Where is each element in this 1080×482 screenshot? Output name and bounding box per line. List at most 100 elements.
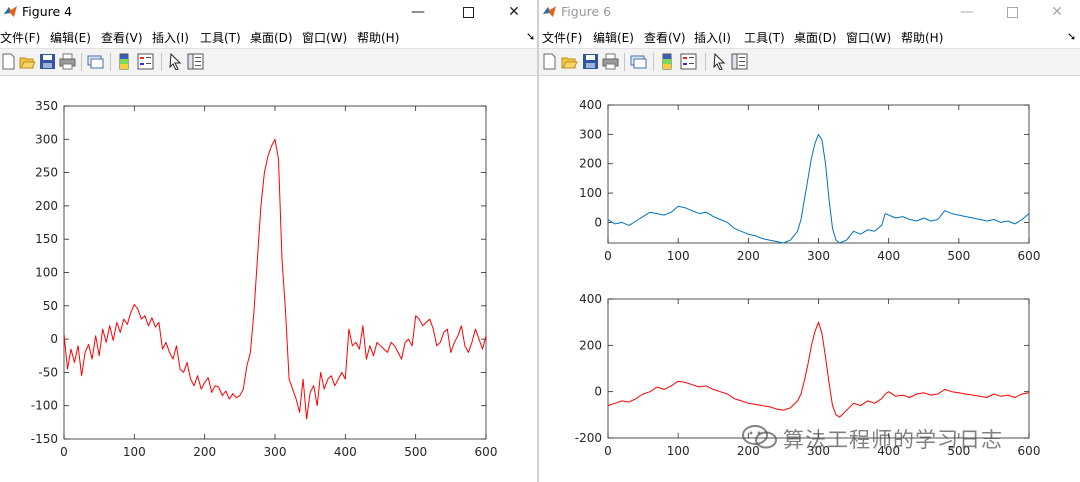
- fig6-top-y-tick-label: 300: [579, 127, 602, 141]
- menu-edit[interactable]: 编辑(E): [50, 29, 91, 46]
- menu-tools[interactable]: 工具(T): [200, 29, 241, 46]
- property-editor-icon[interactable]: [187, 53, 204, 70]
- print-icon[interactable]: [59, 53, 76, 70]
- maximize-icon: [462, 6, 474, 18]
- menu-bar: 文件(F) 编辑(E) 查看(V) 插入(I) 工具(T) 桌面(D) 窗口(W…: [539, 24, 1080, 48]
- link-icon[interactable]: [630, 53, 647, 70]
- fig6-bottom-x-tick-label: 0: [604, 444, 612, 458]
- fig4-x-tick-label: 300: [264, 445, 287, 459]
- new-figure-icon[interactable]: [541, 53, 558, 70]
- title-bar[interactable]: Figure 6 — ✕: [539, 0, 1080, 24]
- menu-file[interactable]: 文件(F): [542, 29, 582, 46]
- fig4-y-tick-label: -100: [31, 399, 58, 413]
- legend-icon[interactable]: [680, 53, 697, 70]
- fig4-y-tick-label: 300: [35, 132, 58, 146]
- fig6-top-y-tick-label: 400: [579, 98, 602, 112]
- fig4-x-tick-label: 400: [334, 445, 357, 459]
- menu-desktop[interactable]: 桌面(D): [794, 29, 837, 46]
- toolbar-separator: [81, 53, 82, 71]
- print-icon[interactable]: [602, 53, 619, 70]
- matlab-logo-icon: [4, 6, 17, 17]
- fig4-x-tick-label: 600: [475, 445, 498, 459]
- colorbar-icon[interactable]: [116, 53, 133, 70]
- figure-4-axes[interactable]: 0 100 200 300 400 500 600 -150 -100 -50 0 50 100 150 2…: [0, 75, 537, 482]
- fig4-y-tick-label: -50: [38, 365, 58, 379]
- maximize-button[interactable]: [445, 0, 491, 24]
- wechat-logo-icon: [742, 425, 777, 449]
- fig6-top-y-tick-label: 200: [579, 157, 602, 171]
- fig4-x-tick-label: 500: [404, 445, 427, 459]
- colorbar-icon[interactable]: [659, 53, 676, 70]
- property-editor-icon[interactable]: [731, 53, 748, 70]
- window-title: Figure 6: [561, 4, 612, 19]
- minimize-button[interactable]: —: [944, 0, 990, 24]
- toolbar-separator: [161, 53, 162, 71]
- watermark: 算法工程师的学习日志: [735, 422, 1055, 452]
- close-button[interactable]: ✕: [1034, 0, 1080, 24]
- open-icon[interactable]: [19, 53, 36, 70]
- fig4-x-tick-label: 200: [193, 445, 216, 459]
- menu-edit[interactable]: 编辑(E): [593, 29, 634, 46]
- watermark-text: 算法工程师的学习日志: [783, 428, 1003, 452]
- fig6-top-y-tick-label: 100: [579, 186, 602, 200]
- menu-overflow-icon[interactable]: ➘: [1067, 30, 1076, 43]
- menu-file[interactable]: 文件(F): [0, 29, 40, 46]
- menu-desktop[interactable]: 桌面(D): [250, 29, 293, 46]
- figure-6-window: Figure 6 — ✕ 文件(F) 编辑(E) 查看(V) 插入(I) 工具(…: [539, 0, 1080, 482]
- title-bar[interactable]: Figure 4 — ✕: [0, 0, 537, 24]
- fig6-top-y-tick-label: 0: [594, 215, 602, 229]
- fig6-top-x-tick-label: 100: [667, 249, 690, 263]
- fig6-bottom-y-tick-label: -200: [575, 431, 602, 445]
- minimize-icon: —: [960, 4, 974, 20]
- fig4-axes-box: [63, 105, 487, 440]
- figure-toolbar: [539, 48, 1080, 76]
- minimize-icon: —: [411, 4, 425, 20]
- fig6-top-axes-box: [607, 104, 1030, 244]
- fig6-top-x-tick-label: 300: [807, 249, 830, 263]
- link-icon[interactable]: [87, 53, 104, 70]
- menu-view[interactable]: 查看(V): [644, 29, 686, 46]
- fig4-y-tick-label: -150: [31, 432, 58, 446]
- save-icon[interactable]: [582, 53, 599, 70]
- fig4-y-tick-label: 0: [50, 332, 58, 346]
- menu-help[interactable]: 帮助(H): [901, 29, 943, 46]
- fig6-bottom-y-tick-label: 400: [579, 292, 602, 306]
- menu-insert[interactable]: 插入(I): [694, 29, 731, 46]
- menu-view[interactable]: 查看(V): [101, 29, 143, 46]
- fig6-top-x-tick-label: 0: [604, 249, 612, 263]
- close-icon: ✕: [1051, 4, 1063, 20]
- new-figure-icon[interactable]: [0, 53, 17, 70]
- minimize-button[interactable]: —: [395, 0, 441, 24]
- fig6-bottom-x-tick-label: 100: [667, 444, 690, 458]
- menu-insert[interactable]: 插入(I): [152, 29, 189, 46]
- menu-overflow-icon[interactable]: ➘: [526, 30, 535, 43]
- fig6-top-x-tick-label: 200: [737, 249, 760, 263]
- close-button[interactable]: ✕: [491, 0, 537, 24]
- fig4-y-tick-label: 150: [35, 232, 58, 246]
- fig4-y-tick-label: 50: [43, 299, 58, 313]
- menu-window[interactable]: 窗口(W): [846, 29, 891, 46]
- toolbar-separator: [110, 53, 111, 71]
- menu-tools[interactable]: 工具(T): [744, 29, 785, 46]
- window-title: Figure 4: [22, 4, 73, 19]
- fig4-x-tick-label: 0: [60, 445, 68, 459]
- save-icon[interactable]: [39, 53, 56, 70]
- menu-bar: 文件(F) 编辑(E) 查看(V) 插入(I) 工具(T) 桌面(D) 窗口(W…: [0, 24, 537, 48]
- matlab-logo-icon: [543, 6, 556, 17]
- pointer-icon[interactable]: [167, 53, 184, 70]
- figure-4-window: Figure 4 — ✕ 文件(F) 编辑(E) 查看(V) 插入(I) 工具(…: [0, 0, 537, 482]
- maximize-button[interactable]: [989, 0, 1035, 24]
- close-icon: ✕: [508, 4, 520, 20]
- toolbar-separator: [653, 53, 654, 71]
- menu-help[interactable]: 帮助(H): [357, 29, 399, 46]
- menu-window[interactable]: 窗口(W): [302, 29, 347, 46]
- figure-6-axes[interactable]: 0 100 200 300 400 500 60001002003004000 100 200 3…: [539, 75, 1080, 482]
- toolbar-separator: [705, 53, 706, 71]
- legend-icon[interactable]: [137, 53, 154, 70]
- pointer-icon[interactable]: [711, 53, 728, 70]
- fig4-y-tick-label: 200: [35, 199, 58, 213]
- fig4-y-tick-label: 250: [35, 166, 58, 180]
- fig4-y-tick-label: 100: [35, 266, 58, 280]
- fig6-top-x-tick-label: 400: [877, 249, 900, 263]
- open-icon[interactable]: [561, 53, 578, 70]
